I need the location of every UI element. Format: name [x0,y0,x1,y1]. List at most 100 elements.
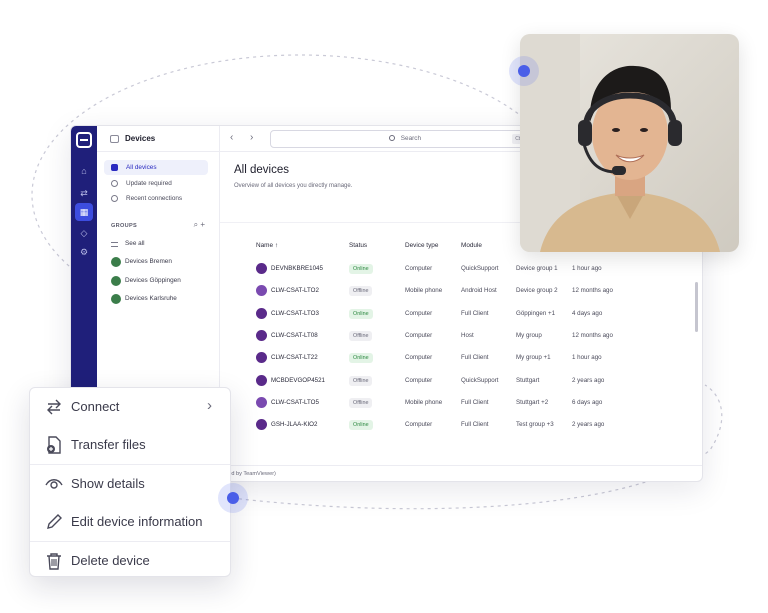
swap-icon[interactable]: ⇄ [75,184,93,202]
eye-icon [45,479,63,489]
module: QuickSupport [461,265,499,272]
swap-arrows-icon [47,399,61,415]
menu-item-label: Delete device [71,553,150,568]
page-title: All devices [234,164,289,176]
device-type: Computer [405,309,433,317]
menu-item-label: Transfer files [71,437,146,452]
column-header-status[interactable]: Status [349,242,367,249]
column-header-name[interactable]: Name ↑ [256,242,278,249]
scrollbar[interactable] [695,282,698,332]
sidebar-header: Devices [97,126,219,152]
group-item-see-all[interactable]: See all [111,238,145,250]
device-type: Computer [405,265,433,272]
group-icon [111,276,121,286]
computer-device-icon [256,329,267,341]
table-row[interactable]: CLW-CSAT-LT08 Offline Computer Host My group… [220,325,702,347]
home-icon[interactable]: ⌂ [75,162,93,180]
table-row[interactable]: CLW-CSAT-LT22 Online Computer Full Client My… [220,347,702,369]
module: Android Host [461,287,497,295]
chevron-right-icon: › [207,397,212,414]
table-row[interactable]: CLW-CSAT-LTO5 Offline Mobile phone Full Cli… [220,392,702,414]
sidebar-item-recent-connections[interactable]: Recent connections [104,191,208,206]
device-name-text: MCBDEVGOP4521 [271,376,325,384]
list-icon [111,164,118,171]
sidebar-title: Devices [125,134,156,143]
forward-chevron-icon[interactable]: › [250,132,253,143]
sidebar-item-update-required[interactable]: Update required [104,176,208,191]
menu-item-edit-device-information[interactable]: Edit device information [30,503,230,541]
table-row[interactable]: CLW-CSAT-LTO3 Online Computer Full Client Gö… [220,303,702,325]
device-name: CLW-CSAT-LT22 [256,352,318,364]
groups-tools[interactable]: ⌕ + [194,220,205,230]
status-badge: Online [349,420,373,431]
computer-device-icon [256,352,267,364]
device-type: Mobile phone [405,287,443,295]
group-icon [111,257,121,267]
back-chevron-icon[interactable]: ‹ [230,132,233,143]
device-name-text: CLW-CSAT-LT22 [271,354,318,362]
device-name: GSH-JLAA-KIO2 [256,419,317,431]
diamond-icon[interactable]: ◇ [75,224,93,242]
module: Host [461,331,474,339]
column-header-device-type[interactable]: Device type [405,242,438,249]
menu-item-label: Connect [71,399,120,414]
teamviewer-logo-icon [76,132,92,148]
trash-icon [47,553,61,570]
device-type: Computer [405,421,433,429]
sidebar-item-all-devices[interactable]: All devices [104,160,208,175]
pencil-icon [47,514,62,529]
module: Full Client [461,354,489,362]
menu-item-delete-device[interactable]: Delete device [30,542,230,580]
computer-device-icon [256,374,267,386]
settings-icon[interactable]: ⚙ [75,243,93,261]
device-context-menu: Connect › Transfer files Show details Ed… [29,387,231,577]
video-call-tile [520,34,739,252]
last-connected: 1 hour ago [572,265,602,272]
devices-icon[interactable]: ▦ [75,203,93,221]
sidebar-item-label: Recent connections [126,195,183,202]
table-row[interactable]: DEVNBKBRE1045 Online Computer QuickSupport D… [220,258,702,280]
groups-heading: GROUPS [111,223,138,229]
menu-item-label: Show details [71,476,145,491]
group: My group +1 [516,354,551,362]
device-name-text: CLW-CSAT-LT08 [271,331,318,339]
column-header-module[interactable]: Module [461,242,482,249]
search-input[interactable]: Search Ctrl + K [270,130,540,148]
computer-device-icon [256,419,267,431]
status-badge: Offline [349,375,373,386]
table-row[interactable]: GSH-JLAA-KIO2 Online Computer Full Client Te… [220,414,702,436]
menu-item-connect[interactable]: Connect › [30,388,230,426]
sidebar-item-label: All devices [126,164,157,171]
device-type: Computer [405,354,433,362]
group-item-karlsruhe[interactable]: Devices Karlsruhe [111,293,177,305]
module: Full Client [461,309,489,317]
device-name: CLW-CSAT-LT08 [256,329,318,341]
last-connected: 2 years ago [572,376,605,384]
module: QuickSupport [461,376,499,384]
support-agent-image [520,34,739,252]
file-transfer-icon [47,436,61,454]
menu-item-transfer-files[interactable]: Transfer files [30,426,230,464]
page-subtitle: Overview of all devices you directly man… [234,183,353,189]
group-item-bremen[interactable]: Devices Bremen [111,256,172,268]
table-row[interactable]: CLW-CSAT-LTO2 Offline Mobile phone Android … [220,280,702,302]
group: Test group +3 [516,421,554,429]
last-connected: 1 hour ago [572,354,602,362]
mobile-device-icon [256,285,267,297]
table-row[interactable]: MCBDEVGOP4521 Offline Computer QuickSupport… [220,370,702,392]
connector-dot [518,65,530,77]
group: Device group 1 [516,265,558,272]
group-item-goppingen[interactable]: Devices Göppingen [111,275,181,287]
menu-item-show-details[interactable]: Show details [30,465,230,503]
status-badge: Offline [349,286,373,297]
update-icon [111,180,118,187]
computer-device-icon [256,307,267,319]
status-badge: Offline [349,330,373,341]
devices-header-icon [110,135,119,143]
device-type: Mobile phone [405,398,443,406]
status-badge: Offline [349,397,373,408]
clock-icon [111,195,118,202]
device-type: Computer [405,376,433,384]
group: Stuttgart +2 [516,398,549,406]
group-label: Devices Bremen [125,258,172,265]
